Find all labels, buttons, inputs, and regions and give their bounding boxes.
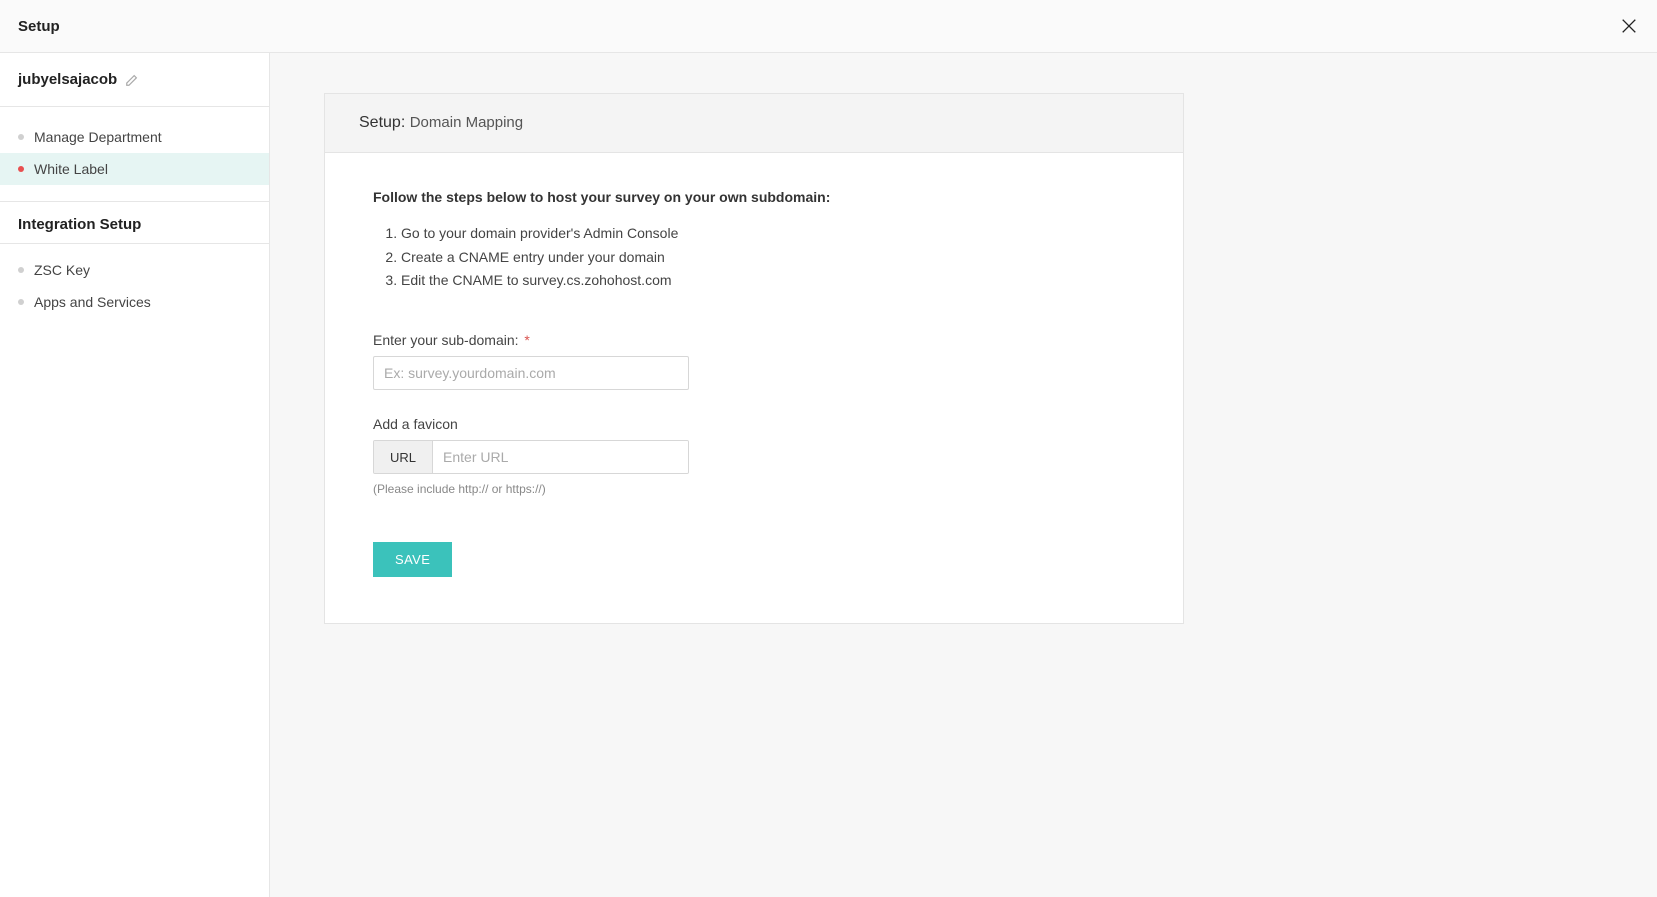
bullet-icon: [18, 267, 24, 273]
card-header: Setup: Domain Mapping: [325, 94, 1183, 153]
steps-list: Go to your domain provider's Admin Conso…: [373, 223, 1135, 292]
sidebar-item-apps-services[interactable]: Apps and Services: [0, 286, 269, 318]
list-item: Go to your domain provider's Admin Conso…: [401, 223, 1135, 245]
sidebar-item-label: White Label: [34, 161, 108, 177]
subdomain-field: Enter your sub-domain: *: [373, 332, 1135, 390]
nav-group-secondary: ZSC Key Apps and Services: [0, 244, 269, 324]
favicon-field: Add a favicon URL (Please include http:/…: [373, 416, 1135, 496]
favicon-hint: (Please include http:// or https://): [373, 482, 1135, 496]
favicon-label: Add a favicon: [373, 416, 1135, 432]
sidebar: jubyelsajacob Manage Department White La…: [0, 53, 270, 897]
label-text: Enter your sub-domain:: [373, 332, 519, 348]
card-header-suffix: Domain Mapping: [410, 114, 523, 131]
username: jubyelsajacob: [18, 71, 117, 88]
sidebar-item-label: ZSC Key: [34, 262, 90, 278]
layout: jubyelsajacob Manage Department White La…: [0, 53, 1657, 897]
close-icon[interactable]: [1619, 16, 1639, 36]
bullet-icon: [18, 134, 24, 140]
subdomain-input[interactable]: [373, 356, 689, 390]
sidebar-item-zsc-key[interactable]: ZSC Key: [0, 254, 269, 286]
favicon-url-input[interactable]: [433, 441, 688, 473]
sidebar-item-white-label[interactable]: White Label: [0, 153, 269, 185]
card-header-prefix: Setup:: [359, 114, 405, 131]
bullet-icon: [18, 299, 24, 305]
edit-icon[interactable]: [125, 73, 139, 87]
setup-card: Setup: Domain Mapping Follow the steps b…: [324, 93, 1184, 624]
list-item: Edit the CNAME to survey.cs.zohohost.com: [401, 270, 1135, 292]
url-addon: URL: [374, 441, 433, 473]
instructions-title: Follow the steps below to host your surv…: [373, 189, 1135, 205]
list-item: Create a CNAME entry under your domain: [401, 247, 1135, 269]
sidebar-item-manage-department[interactable]: Manage Department: [0, 121, 269, 153]
favicon-input-group: URL: [373, 440, 689, 474]
bullet-icon: [18, 166, 24, 172]
topbar: Setup: [0, 0, 1657, 53]
nav-group-primary: Manage Department White Label: [0, 107, 269, 191]
main-content: Setup: Domain Mapping Follow the steps b…: [270, 53, 1657, 897]
sidebar-item-label: Manage Department: [34, 129, 162, 145]
page-title: Setup: [18, 18, 60, 35]
required-mark: *: [524, 332, 529, 348]
sidebar-section-heading: Integration Setup: [0, 201, 269, 244]
subdomain-label: Enter your sub-domain: *: [373, 332, 1135, 348]
sidebar-user: jubyelsajacob: [0, 53, 269, 107]
sidebar-item-label: Apps and Services: [34, 294, 151, 310]
save-button[interactable]: SAVE: [373, 542, 452, 577]
card-body: Follow the steps below to host your surv…: [325, 153, 1183, 623]
